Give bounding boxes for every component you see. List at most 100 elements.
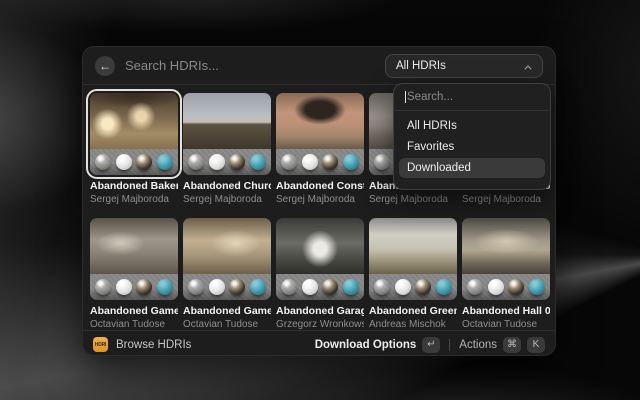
rough-sphere-icon: [343, 154, 359, 170]
chrome-sphere-icon: [229, 279, 245, 295]
diffuse-sphere-icon: [116, 279, 132, 295]
material-spheres-preview: [90, 149, 178, 175]
hdri-title: Abandoned Garage: [276, 305, 364, 317]
filter-dropdown-menu: Search... All HDRIs Favorites Downloaded: [393, 83, 551, 190]
hdri-thumbnail: [90, 93, 178, 175]
hdri-pano-preview: [183, 218, 271, 274]
top-bar: ← Search HDRIs... All HDRIs: [83, 47, 555, 85]
glass-sphere-icon: [95, 154, 111, 170]
material-spheres-preview: [276, 149, 364, 175]
chrome-sphere-icon: [229, 154, 245, 170]
hdri-author: Sergej Majboroda: [183, 194, 271, 205]
hdri-card[interactable]: Abandoned Games R... Octavian Tudose: [183, 218, 271, 330]
hdri-title: Abandoned Games R...: [183, 305, 271, 317]
download-options-button[interactable]: Download Options: [315, 339, 417, 351]
hdri-pano-preview: [183, 93, 271, 149]
hdri-card[interactable]: Abandoned Greenho... Andreas Mischok: [369, 218, 457, 330]
hdri-author: Andreas Mischok: [369, 319, 457, 330]
hdri-title: Abandoned Games R...: [90, 305, 178, 317]
material-spheres-preview: [462, 274, 550, 300]
dropdown-option-favorites[interactable]: Favorites: [399, 137, 545, 157]
rough-sphere-icon: [436, 279, 452, 295]
hdri-thumbnail: [369, 218, 457, 300]
hdri-card[interactable]: Abandoned Bakery Sergej Majboroda: [90, 93, 178, 205]
chrome-sphere-icon: [322, 279, 338, 295]
hdri-author: Sergej Majboroda: [90, 194, 178, 205]
hdri-thumbnail: [462, 218, 550, 300]
back-button[interactable]: ←: [95, 56, 115, 76]
material-spheres-preview: [90, 274, 178, 300]
hdri-browser-window: ← Search HDRIs... All HDRIs Abandoned Ba…: [82, 46, 556, 356]
arrow-left-icon: ←: [99, 60, 111, 72]
k-key-icon: K: [527, 337, 545, 353]
dropdown-option-downloaded[interactable]: Downloaded: [399, 158, 545, 178]
rough-sphere-icon: [529, 279, 545, 295]
material-spheres-preview: [183, 274, 271, 300]
glass-sphere-icon: [374, 154, 390, 170]
chrome-sphere-icon: [136, 154, 152, 170]
glass-sphere-icon: [281, 154, 297, 170]
rough-sphere-icon: [343, 279, 359, 295]
hdri-thumbnail: [90, 218, 178, 300]
text-caret: [405, 91, 406, 103]
hdri-app-icon: HDRI: [93, 337, 108, 352]
filter-dropdown-button[interactable]: All HDRIs: [385, 54, 543, 78]
rough-sphere-icon: [250, 154, 266, 170]
search-input[interactable]: Search HDRIs...: [125, 58, 375, 73]
hdri-author: Sergej Majboroda: [369, 194, 457, 205]
glass-sphere-icon: [188, 154, 204, 170]
hdri-card[interactable]: Abandoned Church Sergej Majboroda: [183, 93, 271, 205]
hdri-thumbnail: [183, 218, 271, 300]
hdri-thumbnail: [276, 218, 364, 300]
diffuse-sphere-icon: [395, 279, 411, 295]
hdri-title: Abandoned Construc...: [276, 180, 364, 192]
chevron-up-icon: [524, 57, 532, 75]
material-spheres-preview: [276, 274, 364, 300]
return-key-icon: ↵: [422, 337, 440, 353]
diffuse-sphere-icon: [302, 279, 318, 295]
dropdown-option-all-hdris[interactable]: All HDRIs: [399, 116, 545, 136]
dropdown-search-input[interactable]: Search...: [394, 84, 550, 110]
chrome-sphere-icon: [508, 279, 524, 295]
hdri-author: Grzegorz Wronkowski: [276, 319, 364, 330]
hdri-thumbnail: [276, 93, 364, 175]
diffuse-sphere-icon: [209, 154, 225, 170]
hdri-pano-preview: [369, 218, 457, 274]
dropdown-option-list: All HDRIs Favorites Downloaded: [394, 111, 550, 184]
hdri-pano-preview: [276, 93, 364, 149]
hdri-author: Octavian Tudose: [462, 319, 550, 330]
diffuse-sphere-icon: [302, 154, 318, 170]
hdri-card[interactable]: Abandoned Games R... Octavian Tudose: [90, 218, 178, 330]
hdri-title: Abandoned Greenho...: [369, 305, 457, 317]
chrome-sphere-icon: [136, 279, 152, 295]
chrome-sphere-icon: [415, 279, 431, 295]
hdri-card[interactable]: Abandoned Construc... Sergej Majboroda: [276, 93, 364, 205]
chrome-sphere-icon: [322, 154, 338, 170]
material-spheres-preview: [183, 149, 271, 175]
hdri-author: Sergej Majboroda: [276, 194, 364, 205]
breadcrumb: Browse HDRIs: [116, 339, 307, 351]
hdri-title: Abandoned Hall 01: [462, 305, 550, 317]
material-spheres-preview: [369, 274, 457, 300]
glass-sphere-icon: [95, 279, 111, 295]
hdri-card[interactable]: Abandoned Garage Grzegorz Wronkowski: [276, 218, 364, 330]
command-key-icon: ⌘: [503, 337, 521, 353]
diffuse-sphere-icon: [209, 279, 225, 295]
hdri-card[interactable]: Abandoned Hall 01 Octavian Tudose: [462, 218, 550, 330]
hdri-thumbnail: [183, 93, 271, 175]
glass-sphere-icon: [281, 279, 297, 295]
rough-sphere-icon: [250, 279, 266, 295]
rough-sphere-icon: [157, 154, 173, 170]
hdri-pano-preview: [90, 218, 178, 274]
status-bar: HDRI Browse HDRIs Download Options ↵ Act…: [83, 330, 555, 358]
hdri-title: Abandoned Church: [183, 180, 271, 192]
hdri-pano-preview: [276, 218, 364, 274]
hdri-author: Octavian Tudose: [183, 319, 271, 330]
filter-selected-label: All HDRIs: [396, 60, 446, 72]
actions-button[interactable]: Actions: [459, 339, 497, 351]
glass-sphere-icon: [467, 279, 483, 295]
glass-sphere-icon: [188, 279, 204, 295]
glass-sphere-icon: [374, 279, 390, 295]
hdri-title: Abandoned Bakery: [90, 180, 178, 192]
dropdown-search-placeholder: Search...: [407, 91, 453, 103]
